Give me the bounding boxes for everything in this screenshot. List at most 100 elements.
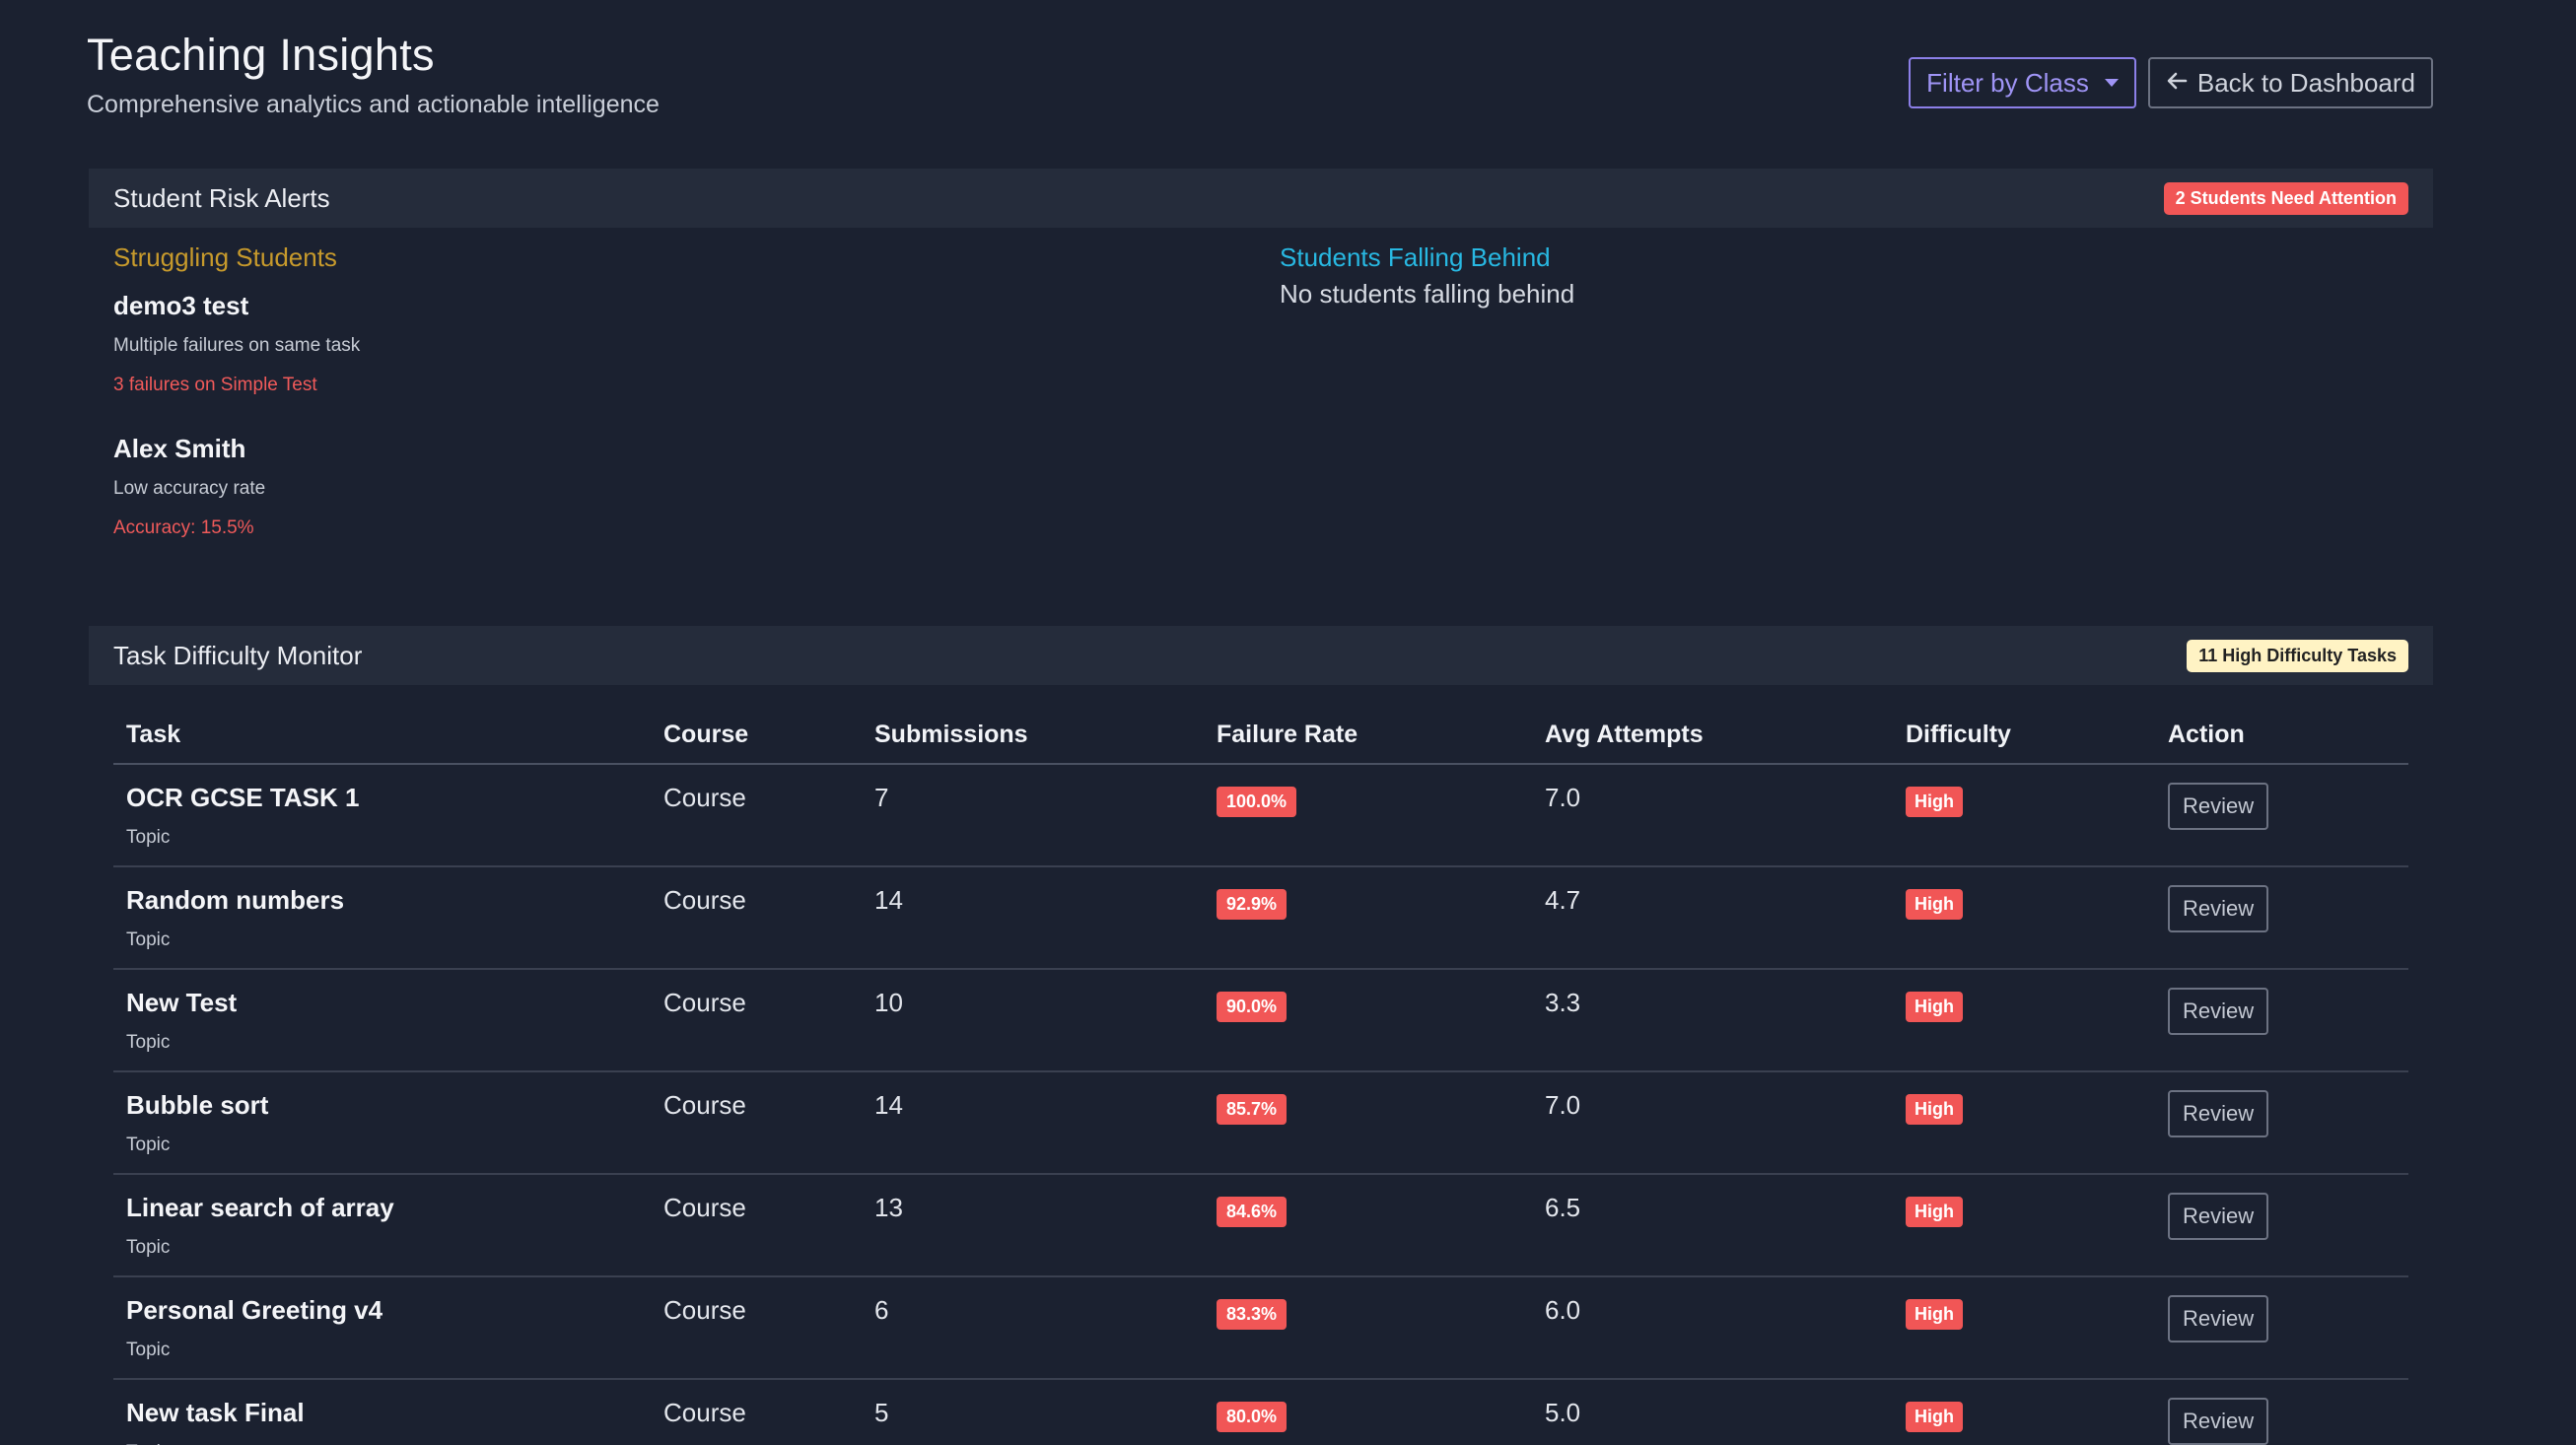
failure-rate-badge: 100.0% <box>1217 787 1297 817</box>
task-table: Task Course Submissions Failure Rate Avg… <box>113 707 2408 1445</box>
table-row: New task FinalTopicCourse5 80.0% 5.0 High Re… <box>113 1379 2408 1445</box>
action-cell: Review <box>2155 764 2408 867</box>
review-button[interactable]: Review <box>2168 783 2269 830</box>
difficulty-badge: High <box>1906 1299 1963 1330</box>
caret-down-icon <box>2104 79 2119 87</box>
page-subtitle: Comprehensive analytics and actionable i… <box>87 91 660 118</box>
table-row: Linear search of array Topic Course 13 84.6%… <box>113 1174 2408 1277</box>
page-header: Teaching Insights Comprehensive analytic… <box>87 30 660 119</box>
task-table-body: OCR GCSE TASK 1 Topic Course 7 100.0% 7.0 High… <box>113 764 2408 1445</box>
student-reason: Multiple failures on same task <box>113 335 361 356</box>
student-reason: Low accuracy rate <box>113 478 266 499</box>
failure-rate-cell: 80.0% <box>1204 1379 1532 1445</box>
task-cell: New task FinalTopic <box>113 1379 651 1445</box>
page-title: Teaching Insights <box>87 30 435 80</box>
course-cell: Course <box>651 1071 862 1175</box>
task-difficulty-monitor-card: Task Difficulty Monitor 11 High Difficul… <box>89 626 2433 1445</box>
student-alert-item: Alex Smith Low accuracy rate Accuracy: 1… <box>113 434 360 539</box>
difficulty-badge: High <box>1906 787 1963 817</box>
difficulty-badge: High <box>1906 992 1963 1022</box>
column-header-submissions: Submissions <box>862 707 1204 765</box>
task-topic: Topic <box>126 1340 171 1360</box>
task-cell: Bubble sort Topic <box>113 1071 651 1175</box>
falling-behind-section: Students Falling Behind No students fall… <box>1280 242 1574 310</box>
teaching-insights-page: Teaching Insights Comprehensive analytic… <box>0 0 2576 1445</box>
failure-rate-cell: 83.3% <box>1204 1276 1532 1380</box>
submissions-cell: 14 <box>862 866 1204 970</box>
task-cell: Personal Greeting v4 Topic <box>113 1276 651 1380</box>
student-detail: Accuracy: 15.5% <box>113 517 254 538</box>
risk-alerts-body: Struggling Students demo3 test Multiple … <box>89 228 2433 583</box>
task-cell: Linear search of array Topic <box>113 1174 651 1277</box>
task-topic: Topic <box>126 1237 171 1258</box>
task-monitor-title: Task Difficulty Monitor <box>113 640 363 670</box>
review-button[interactable]: Review <box>2168 1193 2269 1240</box>
back-to-dashboard-button[interactable]: Back to Dashboard <box>2147 57 2433 108</box>
table-row: OCR GCSE TASK 1 Topic Course 7 100.0% 7.0 High… <box>113 764 2408 867</box>
task-monitor-header: Task Difficulty Monitor 11 High Difficul… <box>89 626 2433 685</box>
difficulty-cell: High <box>1893 1071 2155 1175</box>
submissions-cell: 7 <box>862 764 1204 867</box>
risk-alerts-header: Student Risk Alerts 2 Students Need Atte… <box>89 169 2433 228</box>
review-button[interactable]: Review <box>2168 1398 2269 1445</box>
failure-rate-cell: 90.0% <box>1204 969 1532 1072</box>
column-header-avg-attempts: Avg Attempts <box>1532 707 1893 765</box>
struggling-students-heading: Struggling Students <box>113 242 337 272</box>
task-topic: Topic <box>126 827 171 848</box>
review-button[interactable]: Review <box>2168 1090 2269 1137</box>
header-actions: Filter by Class Back to Dashboard <box>1909 57 2433 108</box>
table-header-row: Task Course Submissions Failure Rate Avg… <box>113 707 2408 765</box>
course-cell: Course <box>651 866 862 970</box>
action-cell: Review <box>2155 866 2408 970</box>
back-to-dashboard-label: Back to Dashboard <box>2196 67 2415 98</box>
failure-rate-cell: 100.0% <box>1204 764 1532 867</box>
difficulty-badge: High <box>1906 889 1963 920</box>
course-cell: Course <box>651 1276 862 1380</box>
falling-behind-title: Students Falling Behind <box>1280 242 1551 272</box>
column-header-task: Task <box>113 707 651 765</box>
filter-by-class-button[interactable]: Filter by Class <box>1909 57 2136 108</box>
task-name: Random numbers <box>126 885 345 915</box>
review-button[interactable]: Review <box>2168 988 2269 1035</box>
submissions-cell: 13 <box>862 1174 1204 1277</box>
risk-alerts-title: Student Risk Alerts <box>113 182 330 213</box>
failure-rate-cell: 85.7% <box>1204 1071 1532 1175</box>
course-cell: Course <box>651 1174 862 1277</box>
task-name: Bubble sort <box>126 1090 269 1120</box>
avg-attempts-cell: 4.7 <box>1532 866 1893 970</box>
difficulty-cell: High <box>1893 1174 2155 1277</box>
review-button[interactable]: Review <box>2168 1295 2269 1342</box>
task-topic: Topic <box>126 1135 171 1155</box>
submissions-cell: 10 <box>862 969 1204 1072</box>
action-cell: Review <box>2155 969 2408 1072</box>
student-risk-alerts-card: Student Risk Alerts 2 Students Need Atte… <box>89 169 2433 583</box>
difficulty-cell: High <box>1893 1276 2155 1380</box>
student-alert-item: demo3 test Multiple failures on same tas… <box>113 291 360 396</box>
course-cell: Course <box>651 764 862 867</box>
submissions-cell: 14 <box>862 1071 1204 1175</box>
table-row: Random numbers Topic Course 14 92.9% 4.7 High R… <box>113 866 2408 970</box>
review-button[interactable]: Review <box>2168 885 2269 932</box>
failure-rate-badge: 92.9% <box>1217 889 1288 920</box>
task-name: OCR GCSE TASK 1 <box>126 783 360 812</box>
failure-rate-badge: 83.3% <box>1217 1299 1288 1330</box>
course-cell: Course <box>651 969 862 1072</box>
failure-rate-badge: 90.0% <box>1217 992 1288 1022</box>
task-name: Personal Greeting v4 <box>126 1295 383 1325</box>
student-detail: 3 failures on Simple Test <box>113 375 317 395</box>
failure-rate-cell: 92.9% <box>1204 866 1532 970</box>
avg-attempts-cell: 7.0 <box>1532 1071 1893 1175</box>
action-cell: Review <box>2155 1379 2408 1445</box>
difficulty-badge: High <box>1906 1402 1963 1432</box>
student-name: demo3 test <box>113 291 249 320</box>
students-attention-badge: 2 Students Need Attention <box>2163 181 2408 215</box>
task-name: Linear search of array <box>126 1193 394 1222</box>
difficulty-cell: High <box>1893 969 2155 1072</box>
action-cell: Review <box>2155 1174 2408 1277</box>
avg-attempts-cell: 7.0 <box>1532 764 1893 867</box>
failure-rate-badge: 84.6% <box>1217 1197 1288 1227</box>
task-cell: Random numbers Topic <box>113 866 651 970</box>
avg-attempts-cell: 6.5 <box>1532 1174 1893 1277</box>
arrow-left-icon <box>2166 69 2188 97</box>
task-topic: Topic <box>126 929 171 950</box>
